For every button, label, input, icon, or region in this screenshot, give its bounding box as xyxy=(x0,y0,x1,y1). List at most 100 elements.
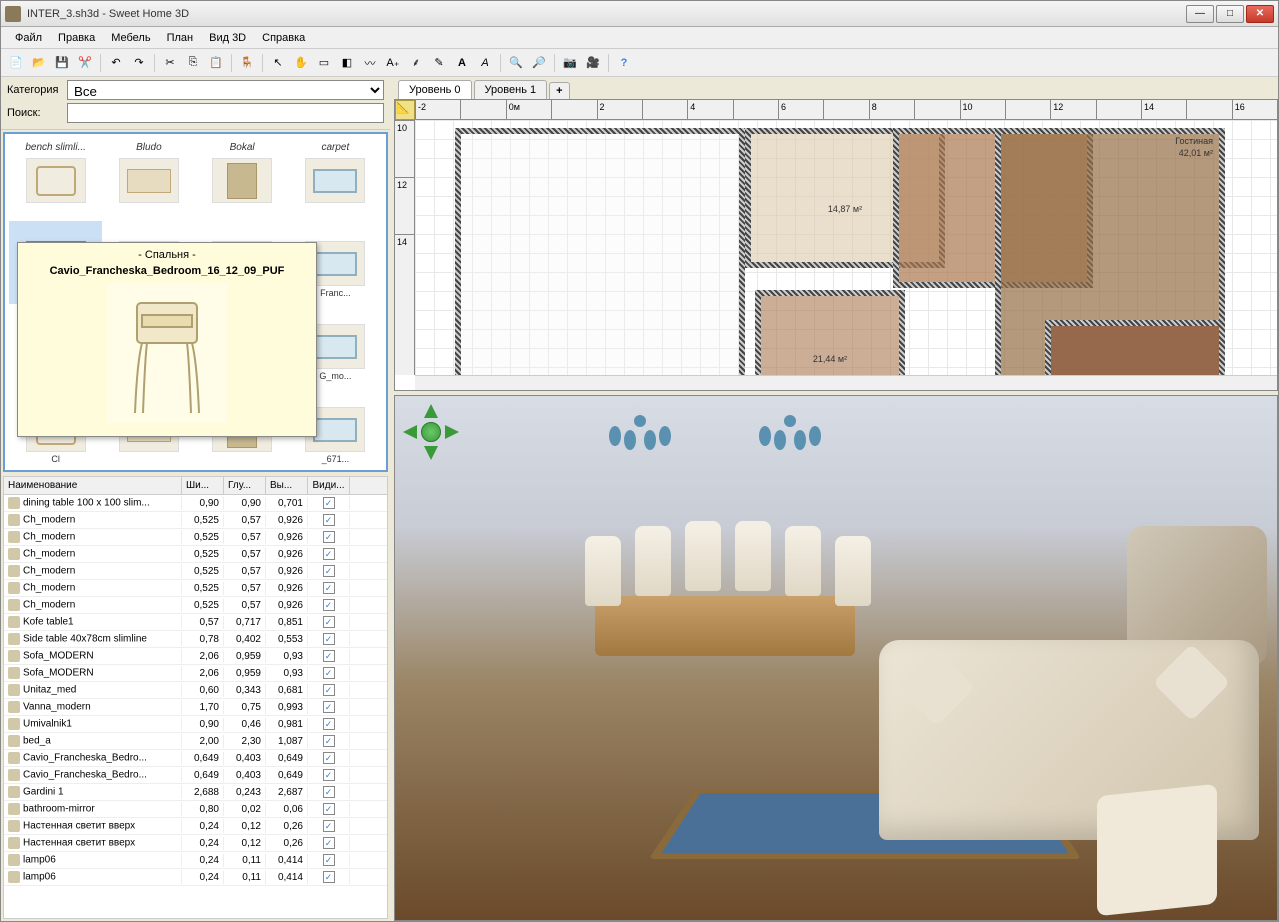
visibility-checkbox[interactable]: ✓ xyxy=(323,514,335,526)
help-icon[interactable]: ? xyxy=(613,52,635,74)
minimize-button[interactable]: — xyxy=(1186,5,1214,23)
visibility-checkbox[interactable]: ✓ xyxy=(323,633,335,645)
polyline-tool-icon[interactable]: 〰 xyxy=(359,52,381,74)
table-row[interactable]: Настенная светит вверх0,240,120,26✓ xyxy=(4,818,387,835)
table-row[interactable]: Настенная светит вверх0,240,120,26✓ xyxy=(4,835,387,852)
table-row[interactable]: Ch_modern0,5250,570,926✓ xyxy=(4,580,387,597)
search-input[interactable] xyxy=(67,103,384,123)
table-row[interactable]: Kofe table10,570,7170,851✓ xyxy=(4,614,387,631)
visibility-checkbox[interactable]: ✓ xyxy=(323,650,335,662)
visibility-checkbox[interactable]: ✓ xyxy=(323,684,335,696)
camera-icon[interactable]: 📷 xyxy=(559,52,581,74)
visibility-checkbox[interactable]: ✓ xyxy=(323,701,335,713)
table-row[interactable]: Umivalnik10,900,460,981✓ xyxy=(4,716,387,733)
table-row[interactable]: Gardini 12,6880,2432,687✓ xyxy=(4,784,387,801)
preferences-icon[interactable]: ✂️ xyxy=(74,52,96,74)
visibility-checkbox[interactable]: ✓ xyxy=(323,769,335,781)
visibility-checkbox[interactable]: ✓ xyxy=(323,871,335,883)
new-file-icon[interactable]: 📄 xyxy=(5,52,27,74)
save-file-icon[interactable]: 💾 xyxy=(51,52,73,74)
copy-icon[interactable]: ⎘ xyxy=(182,52,204,74)
furniture-table-header[interactable]: Наименование Ши... Глу... Вы... Види... xyxy=(4,477,387,495)
close-button[interactable]: ✕ xyxy=(1246,5,1274,23)
text-tool-icon[interactable]: ⸙ xyxy=(405,52,427,74)
undo-icon[interactable]: ↶ xyxy=(105,52,127,74)
visibility-checkbox[interactable]: ✓ xyxy=(323,820,335,832)
header-width[interactable]: Ши... xyxy=(182,477,224,494)
menu-edit[interactable]: Правка xyxy=(50,30,103,46)
table-row[interactable]: Cavio_Francheska_Bedro...0,6490,4030,649… xyxy=(4,767,387,784)
visibility-checkbox[interactable]: ✓ xyxy=(323,803,335,815)
open-file-icon[interactable]: 📂 xyxy=(28,52,50,74)
menu-furniture[interactable]: Мебель xyxy=(103,30,158,46)
table-row[interactable]: Unitaz_med0,600,3430,681✓ xyxy=(4,682,387,699)
furniture-table-body[interactable]: dining table 100 x 100 slim...0,900,900,… xyxy=(4,495,387,918)
table-row[interactable]: bathroom-mirror0,800,020,06✓ xyxy=(4,801,387,818)
table-row[interactable]: Vanna_modern1,700,750,993✓ xyxy=(4,699,387,716)
visibility-checkbox[interactable]: ✓ xyxy=(323,752,335,764)
table-row[interactable]: Ch_modern0,5250,570,926✓ xyxy=(4,597,387,614)
redo-icon[interactable]: ↷ xyxy=(128,52,150,74)
visibility-checkbox[interactable]: ✓ xyxy=(323,718,335,730)
menu-3dview[interactable]: Вид 3D xyxy=(201,30,254,46)
table-row[interactable]: Sofa_MODERN2,060,9590,93✓ xyxy=(4,648,387,665)
category-select[interactable]: Все xyxy=(67,80,384,100)
catalog-item[interactable]: Bokal xyxy=(196,138,289,221)
table-row[interactable]: Ch_modern0,5250,570,926✓ xyxy=(4,563,387,580)
wall-tool-icon[interactable]: ▭ xyxy=(313,52,335,74)
plan-content[interactable]: 14,87 м² Гостиная 42,01 м² 21,44 м² 8,57… xyxy=(415,120,1277,375)
table-row[interactable]: dining table 100 x 100 slim...0,900,900,… xyxy=(4,495,387,512)
table-row[interactable]: Sofa_MODERN2,060,9590,93✓ xyxy=(4,665,387,682)
nav-up-icon[interactable] xyxy=(424,404,438,418)
add-furniture-icon[interactable]: 🪑 xyxy=(236,52,258,74)
text-style-italic-icon[interactable]: A xyxy=(474,52,496,74)
menu-plan[interactable]: План xyxy=(159,30,202,46)
table-row[interactable]: Ch_modern0,5250,570,926✓ xyxy=(4,529,387,546)
ruler-origin-icon[interactable]: 📐 xyxy=(395,100,415,120)
nav-right-icon[interactable] xyxy=(445,425,459,439)
menu-file[interactable]: Файл xyxy=(7,30,50,46)
visibility-checkbox[interactable]: ✓ xyxy=(323,616,335,628)
text-style-bold-icon[interactable]: A xyxy=(451,52,473,74)
video-icon[interactable]: 🎥 xyxy=(582,52,604,74)
tab-level-0[interactable]: Уровень 0 xyxy=(398,80,472,99)
table-row[interactable]: Cavio_Francheska_Bedro...0,6490,4030,649… xyxy=(4,750,387,767)
header-name[interactable]: Наименование xyxy=(4,477,182,494)
visibility-checkbox[interactable]: ✓ xyxy=(323,497,335,509)
nav-left-icon[interactable] xyxy=(403,425,417,439)
tab-add-level[interactable]: + xyxy=(549,82,569,99)
view-3d[interactable] xyxy=(394,395,1278,921)
plan-room[interactable]: 8,57 м² xyxy=(1045,320,1225,375)
plan-hscrollbar[interactable] xyxy=(415,375,1277,390)
plan-room[interactable]: 21,44 м² xyxy=(755,290,905,375)
table-row[interactable]: Ch_modern0,5250,570,926✓ xyxy=(4,512,387,529)
pan-tool-icon[interactable]: ✋ xyxy=(290,52,312,74)
visibility-checkbox[interactable]: ✓ xyxy=(323,548,335,560)
zoom-out-icon[interactable]: 🔎 xyxy=(528,52,550,74)
maximize-button[interactable]: □ xyxy=(1216,5,1244,23)
table-row[interactable]: lamp060,240,110,414✓ xyxy=(4,869,387,886)
header-height[interactable]: Вы... xyxy=(266,477,308,494)
visibility-checkbox[interactable]: ✓ xyxy=(323,854,335,866)
visibility-checkbox[interactable]: ✓ xyxy=(323,837,335,849)
tab-level-1[interactable]: Уровень 1 xyxy=(474,80,548,99)
visibility-checkbox[interactable]: ✓ xyxy=(323,565,335,577)
nav-center-icon[interactable] xyxy=(421,422,441,442)
select-tool-icon[interactable]: ↖ xyxy=(267,52,289,74)
plan-room[interactable] xyxy=(455,128,745,375)
nav-down-icon[interactable] xyxy=(424,446,438,460)
dimension-tool-icon[interactable]: A₊ xyxy=(382,52,404,74)
visibility-checkbox[interactable]: ✓ xyxy=(323,599,335,611)
visibility-checkbox[interactable]: ✓ xyxy=(323,735,335,747)
catalog-item[interactable]: Bludo xyxy=(102,138,195,221)
catalog-item[interactable]: carpet xyxy=(289,138,382,221)
header-depth[interactable]: Глу... xyxy=(224,477,266,494)
visibility-checkbox[interactable]: ✓ xyxy=(323,786,335,798)
table-row[interactable]: bed_a2,002,301,087✓ xyxy=(4,733,387,750)
text-add-icon[interactable]: ✎ xyxy=(428,52,450,74)
catalog-grid[interactable]: bench slimli...BludoBokalcarpetCaFranc..… xyxy=(3,132,388,472)
zoom-in-icon[interactable]: 🔍 xyxy=(505,52,527,74)
visibility-checkbox[interactable]: ✓ xyxy=(323,582,335,594)
table-row[interactable]: Ch_modern0,5250,570,926✓ xyxy=(4,546,387,563)
table-row[interactable]: lamp060,240,110,414✓ xyxy=(4,852,387,869)
